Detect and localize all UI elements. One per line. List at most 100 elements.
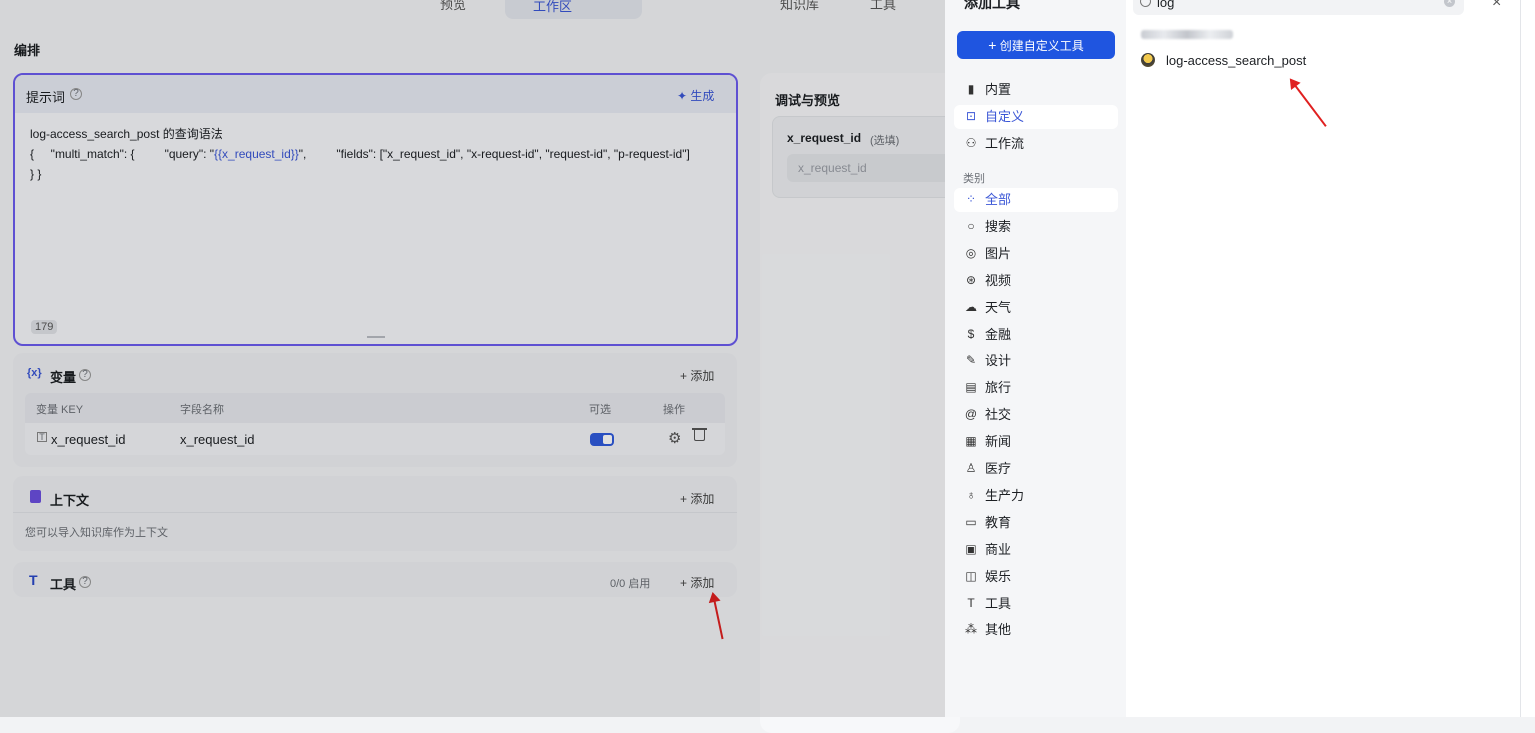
drawer-categories-item[interactable]: ▣ 商业 [954,538,1118,562]
drawer-title: 添加工具 [964,0,1020,11]
category-label: 类别 [963,173,985,185]
column-header: 可选 [589,404,611,416]
debug-panel: 调试与预览 x_request_id (选填) x_request_id [760,73,977,733]
video-icon: ⊛ [965,272,977,287]
drawer-categories-item[interactable]: ▦ 新闻 [954,430,1118,454]
add-label: 添加 [690,492,715,506]
optional-toggle[interactable] [590,433,614,446]
tools-title: 工具 [50,577,77,592]
prompt-header [15,75,736,113]
drawer-categories-item[interactable]: ⊛ 视频 [954,269,1118,293]
image-icon: ◎ [965,245,977,260]
weather-icon: ☁ [965,299,977,314]
add-tool-button[interactable]: + 添加 [680,574,714,591]
delete-icon[interactable] [692,428,707,441]
drawer-categories-item[interactable]: ○ 搜索 [954,215,1118,239]
drawer-categories-item[interactable]: T 工具 [954,592,1118,616]
prompt-card[interactable]: 提示词 ? ✦ 生成 log-access_search_post 的查询语法 … [13,73,738,346]
drawer-categories-item[interactable]: $ 金融 [954,323,1118,347]
custom-icon: ⊡ [965,109,977,123]
search-value: log [1157,0,1175,10]
drawer-categories-item[interactable]: ☁ 天气 [954,296,1118,320]
table-row: T x_request_id x_request_id ⚙ [25,423,725,455]
orchestration-title: 编排 [14,43,41,58]
menu-item-label: 新闻 [985,434,1012,450]
char-count: 179 [31,320,58,334]
generate-label: 生成 [690,89,715,103]
close-icon[interactable]: × [1492,0,1501,12]
drawer-categories-item[interactable]: ◎ 图片 [954,242,1118,266]
orchestration-page: 预览 工作区 知识库 工具 编排 提示词 ? ✦ 生成 log-access_s… [0,0,977,733]
topnav-item-knowledge[interactable]: 知识库 [780,0,819,13]
medical-icon: ♙ [965,461,977,475]
tool-name: log-access_search_post [1166,53,1307,68]
provider-label-blurred [1141,30,1233,39]
column-header: 字段名称 [180,404,224,416]
context-card: 上下文 + 添加 您可以导入知识库作为上下文 [13,476,737,551]
menu-item-label: 视频 [985,272,1012,288]
prompt-line-1: log-access_search_post 的查询语法 [30,127,223,141]
menu-item-label: 天气 [985,299,1012,315]
drawer-sidebar: 添加工具 + 创建自定义工具 ▮ 内置 ⊡ 自定义 ⚇ 工作流 类别 ⁘ 全部 ○ 搜索 ◎ 图片 ⊛… [945,0,1126,717]
drawer-nav-item[interactable]: ⊡ 自定义 [954,105,1118,129]
tool-avatar-icon [1141,53,1155,67]
drawer-categories-item[interactable]: ⁘ 全部 [954,188,1118,212]
grid-icon: ⁘ [965,192,977,206]
entertainment-icon: ◫ [965,568,977,583]
context-hint: 您可以导入知识库作为上下文 [25,527,168,539]
drawer-nav-item[interactable]: ▮ 内置 [954,78,1118,102]
context-divider [13,512,737,513]
add-label: 添加 [690,369,715,383]
tool-search-input[interactable]: log × [1133,0,1464,15]
productivity-icon: ♁ [966,487,976,502]
create-button-label: 创建自定义工具 [999,39,1084,53]
column-header: 操作 [663,404,685,416]
menu-item-label: 旅行 [985,380,1012,396]
tool-result-item[interactable]: log-access_search_post [1141,52,1441,72]
social-icon: @ [964,407,978,422]
prompt-title: 提示词 [26,90,66,105]
menu-item-label: 商业 [985,541,1012,557]
education-icon: ▭ [965,514,977,529]
variable-icon: {x} [27,367,42,379]
prompt-variable: {{x_request_id}} [214,147,299,161]
drawer-categories-item[interactable]: ▭ 教育 [954,511,1118,535]
menu-item-label: 社交 [985,407,1012,423]
generate-button[interactable]: ✦ 生成 [677,87,714,104]
resize-handle[interactable] [367,336,385,338]
add-label: 添加 [690,576,715,590]
menu-item-label: 内置 [985,82,1012,97]
drawer-categories-item[interactable]: ✎ 设计 [954,349,1118,373]
menu-item-label: 自定义 [985,109,1025,124]
topnav-item-tools[interactable]: 工具 [870,0,896,13]
variable-name: x_request_id [180,432,255,447]
drawer-categories-item[interactable]: ⁂ 其他 [954,618,1118,642]
add-tool-drawer: 添加工具 + 创建自定义工具 ▮ 内置 ⊡ 自定义 ⚇ 工作流 类别 ⁘ 全部 ○ 搜索 ◎ 图片 ⊛… [945,0,1520,717]
clear-icon[interactable]: × [1444,0,1455,7]
topnav-item-workspace[interactable]: 工作区 [505,0,643,19]
topnav-item-preview[interactable]: 预览 [440,0,466,13]
finance-icon: $ [967,326,975,341]
plus-icon: + [680,492,688,506]
travel-icon: ▤ [965,380,977,395]
create-custom-tool-button[interactable]: + 创建自定义工具 [957,31,1115,59]
drawer-categories-item[interactable]: ▤ 旅行 [954,376,1118,400]
builtin-icon: ▮ [967,82,975,96]
drawer-categories-item[interactable]: ◫ 娱乐 [954,565,1118,589]
prompt-text[interactable]: log-access_search_post 的查询语法 { "multi_ma… [30,124,730,184]
help-icon: ? [79,576,91,588]
drawer-categories-item[interactable]: @ 社交 [954,403,1118,427]
add-context-button[interactable]: + 添加 [680,490,714,507]
prompt-line-3: } } [30,167,42,181]
prompt-line-2: { "multi_match": { "query": "{{x_request… [30,144,730,164]
drawer-categories-item[interactable]: ♙ 医疗 [954,457,1118,481]
context-title: 上下文 [50,493,90,508]
document-icon [30,490,41,503]
variables-table-header: 变量 KEY 字段名称 可选 操作 [25,393,725,423]
drawer-nav-item[interactable]: ⚇ 工作流 [954,132,1118,156]
drawer-categories-item[interactable]: ♁ 生产力 [954,484,1118,508]
add-variable-button[interactable]: + 添加 [680,367,714,384]
settings-icon[interactable]: ⚙ [668,429,681,447]
prompt-line-2-b: ", "fields": ["x_request_id", "x-request… [298,147,690,161]
menu-item-label: 图片 [985,245,1012,261]
